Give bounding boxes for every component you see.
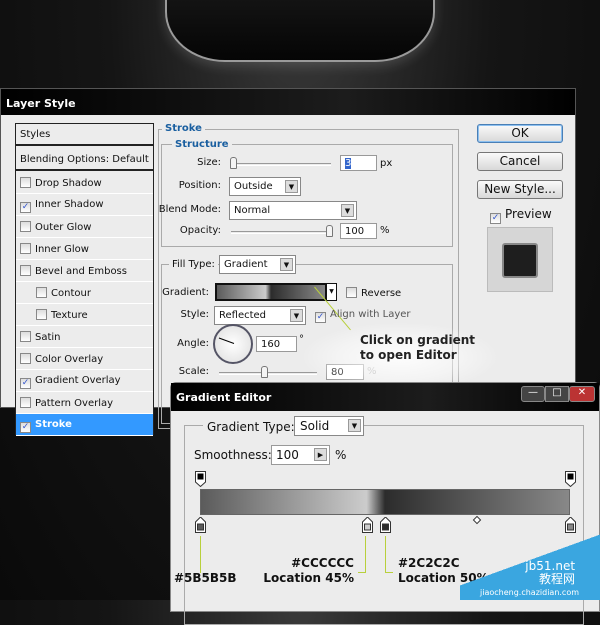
annotation-b: #CCCCCC Location 45%	[263, 556, 354, 585]
angle-input[interactable]: 160	[256, 336, 297, 352]
style-item-texture[interactable]: Texture	[16, 304, 153, 326]
styles-list: Styles Blending Options: Default Drop Shad…	[15, 123, 154, 436]
align-with-layer-checkbox[interactable]: ✓ Align with Layer	[315, 309, 411, 323]
ok-button[interactable]: OK	[477, 124, 563, 143]
chevron-down-icon: ▼	[285, 180, 298, 193]
angle-label: Angle:	[177, 338, 209, 349]
annotation-line-b	[365, 536, 366, 573]
annotation-line-b2	[358, 572, 366, 573]
size-unit: px	[380, 158, 393, 169]
color-stop[interactable]	[380, 516, 391, 533]
fill-type-label: Fill Type:	[169, 259, 218, 270]
color-stop[interactable]	[195, 516, 206, 533]
checkmark-icon[interactable]: ✓	[20, 202, 31, 213]
chevron-down-icon: ▼	[280, 258, 293, 271]
checkmark-icon[interactable]: ✓	[20, 378, 31, 389]
background-shape	[165, 0, 435, 62]
fill-type-select[interactable]: Gradient ▼	[219, 255, 296, 274]
checkbox-icon[interactable]	[20, 221, 31, 232]
gradient-label: Gradient:	[162, 287, 209, 298]
color-stop[interactable]	[361, 516, 373, 533]
size-slider-thumb[interactable]	[230, 157, 237, 169]
close-button[interactable]: ✕	[569, 386, 595, 402]
style-item-pattern-overlay[interactable]: Pattern Overlay	[16, 392, 153, 414]
style-item-satin[interactable]: Satin	[16, 326, 153, 348]
checkbox-icon	[346, 287, 357, 298]
preview-checkbox[interactable]: ✓ Preview	[490, 207, 552, 224]
opacity-label: Opacity:	[179, 225, 221, 236]
smoothness-unit: %	[335, 448, 347, 462]
position-label: Position:	[178, 180, 221, 191]
preview-square	[502, 243, 538, 278]
style-item-drop-shadow[interactable]: Drop Shadow	[16, 172, 153, 194]
gradient-dropdown[interactable]: ▼	[326, 283, 337, 301]
preview-thumbnail	[487, 227, 553, 292]
chevron-down-icon: ▼	[348, 419, 361, 432]
cancel-button[interactable]: Cancel	[477, 152, 563, 171]
style-item-gradient-overlay[interactable]: ✓ Gradient Overlay	[16, 370, 153, 392]
annotation-a: #5B5B5B	[174, 571, 237, 585]
style-label: Style:	[180, 309, 210, 320]
title-bar[interactable]: Layer Style	[1, 89, 575, 115]
style-select[interactable]: Reflected ▼	[214, 306, 306, 325]
checkbox-icon[interactable]	[20, 353, 31, 364]
style-item-outer-glow[interactable]: Outer Glow	[16, 216, 153, 238]
scale-label: Scale:	[178, 366, 209, 377]
opacity-slider[interactable]	[231, 231, 331, 234]
gradient-type-select[interactable]: Solid ▼	[294, 416, 364, 436]
checkbox-icon[interactable]	[20, 331, 31, 342]
opacity-input[interactable]: 100	[340, 223, 377, 239]
chevron-down-icon: ▼	[341, 204, 354, 217]
annotation-line-a	[200, 536, 201, 573]
checkbox-icon[interactable]	[36, 309, 47, 320]
chevron-down-icon: ▼	[290, 309, 303, 322]
checkbox-icon[interactable]	[20, 243, 31, 254]
opacity-unit: %	[380, 225, 390, 236]
size-label: Size:	[197, 157, 221, 168]
size-slider[interactable]	[231, 163, 331, 166]
new-style-button[interactable]: New Style...	[477, 180, 563, 199]
scale-slider-thumb[interactable]	[261, 366, 268, 378]
opacity-stop[interactable]	[565, 471, 576, 488]
annotation-line-c2	[385, 572, 393, 573]
style-item-blending-options-default[interactable]: Blending Options: Default	[16, 149, 153, 171]
watermark-text: jb51.net 教程网 jiaocheng.chazidian.com	[480, 559, 580, 598]
annotation-line-c	[385, 536, 386, 573]
smoothness-input[interactable]: 100 ▶	[271, 445, 330, 465]
position-select[interactable]: Outside ▼	[229, 177, 301, 196]
size-input[interactable]: 3	[340, 155, 377, 171]
style-item-color-overlay[interactable]: Color Overlay	[16, 348, 153, 370]
angle-needle	[218, 337, 235, 344]
opacity-stop[interactable]	[195, 471, 206, 488]
gradient-swatch[interactable]	[215, 283, 327, 301]
checkmark-icon[interactable]: ✓	[20, 422, 31, 433]
angle-dial[interactable]	[213, 324, 253, 364]
gradient-type-label: Gradient Type:	[203, 420, 299, 434]
gradient-bar[interactable]	[200, 489, 570, 515]
opacity-slider-thumb[interactable]	[326, 225, 333, 237]
reverse-checkbox[interactable]: Reverse	[346, 287, 401, 299]
checkbox-icon[interactable]	[20, 397, 31, 408]
style-item-styles[interactable]: Styles	[16, 124, 153, 146]
blend-mode-label: Blend Mode:	[158, 204, 221, 215]
stroke-heading: Stroke	[162, 123, 205, 134]
checkbox-icon[interactable]	[20, 265, 31, 276]
checkmark-icon: ✓	[490, 213, 501, 224]
checkbox-icon[interactable]	[36, 287, 47, 298]
checkmark-icon: ✓	[315, 312, 326, 323]
style-item-inner-shadow[interactable]: ✓ Inner Shadow	[16, 194, 153, 216]
checkbox-icon[interactable]	[20, 177, 31, 188]
minimize-button[interactable]: —	[521, 386, 545, 402]
style-item-inner-glow[interactable]: Inner Glow	[16, 238, 153, 260]
caret-right-icon[interactable]: ▶	[314, 448, 327, 461]
smoothness-label: Smoothness:	[194, 448, 272, 462]
maximize-button[interactable]: □	[545, 386, 569, 402]
callout-text: Click on gradient to open Editor	[360, 333, 475, 362]
style-item-stroke[interactable]: ✓ Stroke	[16, 414, 153, 436]
blend-mode-select[interactable]: Normal ▼	[229, 201, 357, 220]
structure-heading: Structure	[172, 139, 232, 150]
style-item-bevel-and-emboss[interactable]: Bevel and Emboss	[16, 260, 153, 282]
style-item-contour[interactable]: Contour	[16, 282, 153, 304]
